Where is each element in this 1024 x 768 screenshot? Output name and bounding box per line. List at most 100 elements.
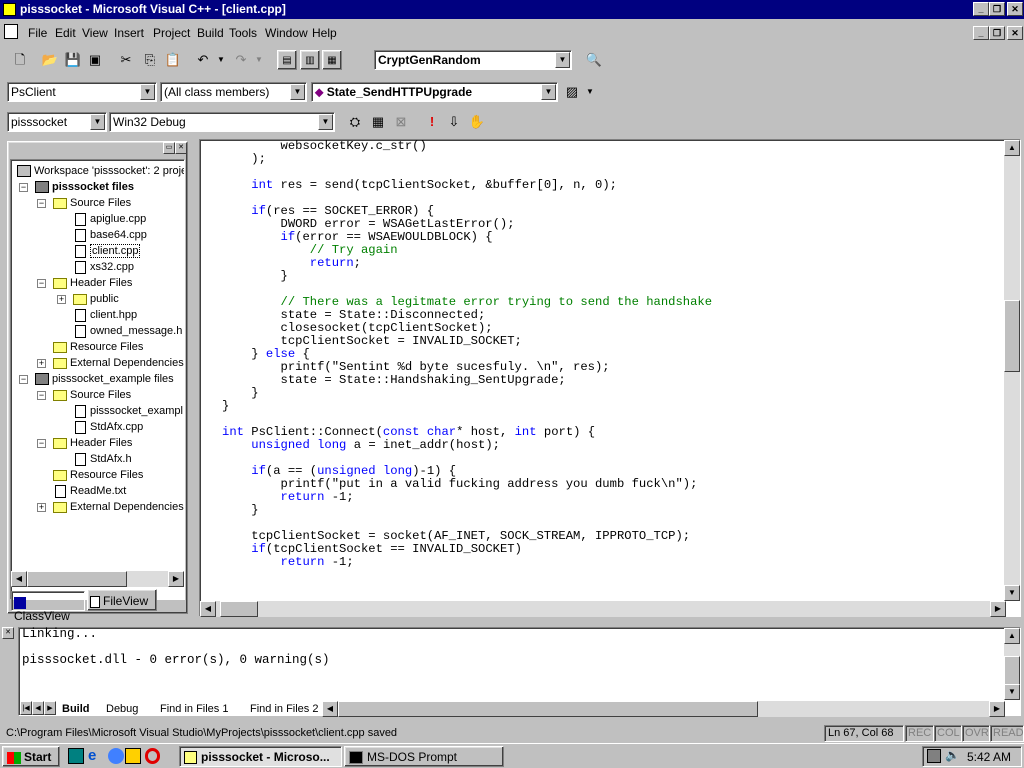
tab-classview[interactable]: ClassView [11,591,85,623]
project-combo[interactable]: pisssocket ▼ [7,112,107,132]
menu-view[interactable]: View [82,26,108,40]
outlook-icon[interactable] [108,748,124,764]
chevron-down-icon[interactable]: ▼ [140,84,155,100]
menu-file[interactable]: File [28,26,47,40]
class-combo[interactable]: PsClient ▼ [7,82,157,102]
output-toggle-icon[interactable]: ▥ [300,50,320,70]
chevron-down-icon[interactable]: ▼ [318,114,333,130]
redo-dropdown-icon[interactable]: ▼ [249,50,269,70]
code-text[interactable]: websocketKey.c_str() ); int res = send(t… [222,140,712,569]
panel-close-button[interactable]: ✕ [175,142,187,154]
restore-button[interactable]: ❐ [989,2,1005,16]
undo-dropdown-icon[interactable]: ▼ [211,50,231,70]
scroll-thumb[interactable] [338,701,758,717]
collapse-icon[interactable]: − [37,199,46,208]
tree-folder[interactable]: External Dependencies [53,355,184,371]
new-file-icon[interactable]: 🗋 [10,50,30,70]
close-button[interactable]: ✕ [1007,2,1023,16]
output-gripper[interactable] [2,625,16,719]
scroll-down-icon[interactable]: ▼ [1004,684,1020,700]
menu-help[interactable]: Help [312,26,337,40]
tree-file[interactable]: pisssocket_exampl [75,403,183,419]
find-in-files-icon[interactable]: 🔍 [584,50,604,70]
workspace-toggle-icon[interactable]: ▤ [277,50,297,70]
output-hscroll[interactable]: ◀ ▶ [322,701,1005,717]
editor-hscroll[interactable]: ◀ ▶ [200,601,1006,617]
ie-icon[interactable]: e [88,747,96,764]
open-icon[interactable]: 📂 [40,50,60,70]
tree-folder[interactable]: Resource Files [53,467,143,483]
tree-hscroll[interactable]: ◀ ▶ [11,571,184,587]
find-combo[interactable]: CryptGenRandom ▼ [374,50,572,70]
opera-icon[interactable] [145,748,160,764]
output-vscroll[interactable]: ▲ ▼ [1004,628,1020,700]
start-button[interactable]: Start [2,746,60,767]
scroll-down-icon[interactable]: ▼ [1004,585,1020,601]
collapse-icon[interactable]: − [37,391,46,400]
scroll-left-icon[interactable]: ◀ [11,571,27,587]
tree-project[interactable]: pisssocket_example files [35,371,174,387]
tree-file[interactable]: ReadMe.txt [55,483,126,499]
scroll-thumb[interactable] [220,601,258,617]
tree-folder[interactable]: Source Files [53,387,131,403]
chevron-down-icon[interactable]: ▼ [541,84,556,100]
scroll-left-icon[interactable]: ◀ [322,701,338,717]
tree-file[interactable]: xs32.cpp [75,259,134,275]
tree-file[interactable]: StdAfx.h [75,451,132,467]
collapse-icon[interactable]: − [19,183,28,192]
tray-icon[interactable] [927,749,941,763]
scroll-thumb[interactable] [1004,656,1020,686]
paste-icon[interactable]: 📋 [163,50,183,70]
menu-tools[interactable]: Tools [229,26,257,40]
tab-build[interactable]: Build [62,701,90,718]
task-visual-cpp[interactable]: pisssocket - Microso... [179,746,342,767]
save-icon[interactable]: 💾 [63,50,83,70]
copy-icon[interactable]: ⎘ [140,50,160,70]
tree-file[interactable]: client.hpp [75,307,137,323]
scroll-thumb[interactable] [27,571,127,587]
tree-file[interactable]: owned_message.h [75,323,182,339]
config-combo[interactable]: Win32 Debug ▼ [109,112,335,132]
title-bar[interactable]: pisssocket - Microsoft Visual C++ - [cli… [0,0,1024,19]
menu-project[interactable]: Project [153,26,190,40]
function-combo[interactable]: ⬥ State_SendHTTPUpgrade ▼ [311,82,558,102]
breakpoint-icon[interactable]: ✋ [467,112,487,132]
doc-restore-button[interactable]: ❐ [989,26,1005,40]
task-msdos[interactable]: MS-DOS Prompt [344,746,504,767]
menu-window[interactable]: Window [265,26,308,40]
tree-workspace-root[interactable]: Workspace 'pisssocket': 2 proje [17,163,184,179]
tree-folder[interactable]: public [73,291,119,307]
window-list-icon[interactable]: ▦ [322,50,342,70]
scroll-right-icon[interactable]: ▶ [989,701,1005,717]
expand-icon[interactable]: + [37,359,46,368]
tree-folder[interactable]: External Dependencies [53,499,184,515]
undo-icon[interactable]: ↶ [193,50,213,70]
tab-find-in-files-2[interactable]: Find in Files 2 [250,701,318,718]
collapse-icon[interactable]: − [19,375,28,384]
stop-build-icon[interactable]: ⊠ [391,112,411,132]
chevron-down-icon[interactable]: ▼ [290,84,305,100]
code-editor[interactable]: websocketKey.c_str() ); int res = send(t… [199,139,1021,617]
tab-find-in-files-1[interactable]: Find in Files 1 [160,701,228,718]
tab-fileview[interactable]: FileView [87,589,157,611]
tab-scroll-first-icon[interactable]: |◀ [20,701,32,715]
menu-insert[interactable]: Insert [114,26,144,40]
channels-icon[interactable] [125,748,141,764]
wizard-dropdown-icon[interactable]: ▼ [580,82,600,102]
doc-minimize-button[interactable]: _ [973,26,989,40]
tree-folder[interactable]: Resource Files [53,339,143,355]
clock[interactable]: 5:42 AM [967,750,1011,764]
doc-close-button[interactable]: ✕ [1007,26,1023,40]
build-icon[interactable]: ▦ [368,112,388,132]
redo-icon[interactable]: ↷ [231,50,251,70]
tree-folder[interactable]: Header Files [53,435,132,451]
expand-icon[interactable]: + [37,503,46,512]
chevron-down-icon[interactable]: ▼ [555,52,570,68]
menu-edit[interactable]: Edit [55,26,76,40]
panel-restore-button[interactable]: ▭ [163,142,175,154]
tree-project[interactable]: pisssocket files [35,179,134,195]
tree-file[interactable]: StdAfx.cpp [75,419,143,435]
collapse-icon[interactable]: − [37,279,46,288]
wizard-action-icon[interactable]: ▨ [562,82,582,102]
tab-scroll-right-icon[interactable]: ▶ [44,701,56,715]
